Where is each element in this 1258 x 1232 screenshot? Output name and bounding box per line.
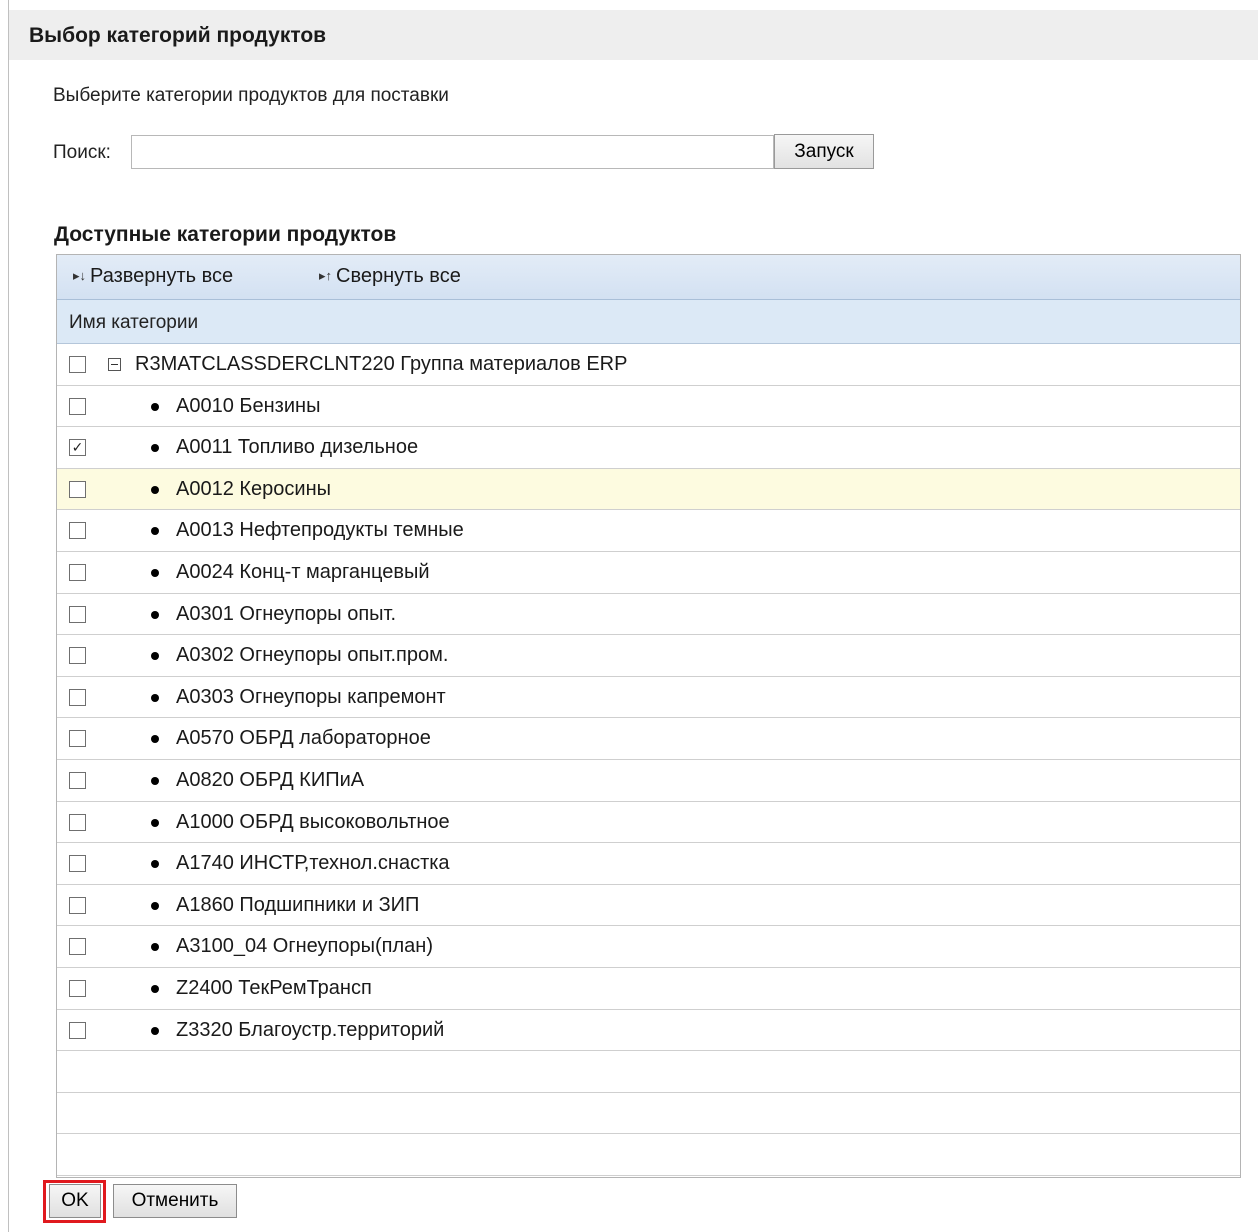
tree-rows: R3MATCLASSDERCLNT220 Группа материалов E…	[57, 344, 1240, 1176]
row-checkbox[interactable]	[69, 480, 86, 498]
expand-all-button[interactable]: ▸↓ Развернуть все	[73, 265, 233, 288]
tree-item-row[interactable]: A1740 ИНСТР,технол.снастка	[57, 843, 1240, 885]
row-label: A1860 Подшипники и ЗИП	[176, 893, 420, 916]
empty-row	[57, 1051, 1240, 1093]
bullet-icon	[151, 776, 159, 785]
row-label: A0820 ОБРД КИПиА	[176, 768, 365, 791]
row-checkbox[interactable]	[69, 522, 86, 540]
bullet-icon	[151, 444, 159, 453]
row-checkbox[interactable]	[69, 356, 86, 373]
tree-item-row[interactable]: Z2400 ТекРемТрансп	[57, 967, 1240, 1010]
row-label: A0013 Нефтепродукты темные	[176, 519, 464, 542]
row-checkbox[interactable]	[69, 688, 86, 706]
tree-item-row[interactable]: A0012 Керосины	[57, 468, 1240, 511]
tree-item-row[interactable]: A0303 Огнеупоры капремонт	[57, 676, 1240, 719]
tree-item-row[interactable]: A0024 Конц-т марганцевый	[57, 551, 1240, 594]
bullet-icon	[151, 610, 159, 619]
row-label: A1740 ИНСТР,технол.снастка	[176, 852, 450, 875]
row-label: A0011 Топливо дизельное	[176, 436, 419, 459]
row-label: A0301 Огнеупоры опыт.	[176, 602, 397, 625]
collapse-all-label: Свернуть все	[336, 265, 461, 287]
tree-item-row[interactable]: A0013 Нефтепродукты темные	[57, 510, 1240, 552]
empty-row	[57, 1134, 1240, 1176]
tree-item-row[interactable]: A0010 Бензины	[57, 385, 1240, 428]
row-label: A3100_04 Огнеупоры(план)	[176, 935, 433, 958]
row-label: A0010 Бензины	[176, 394, 321, 417]
row-label: A1000 ОБРД высоковольтное	[176, 810, 450, 833]
bullet-icon	[151, 568, 159, 577]
row-checkbox[interactable]	[69, 397, 86, 415]
bullet-icon	[151, 735, 159, 744]
row-checkbox[interactable]	[69, 1021, 86, 1039]
search-input[interactable]	[131, 135, 774, 169]
row-label: A0024 Конц-т марганцевый	[176, 560, 430, 583]
row-checkbox[interactable]	[69, 855, 86, 873]
bullet-icon	[151, 1026, 159, 1035]
column-header-category-name[interactable]: Имя категории	[57, 300, 1240, 344]
row-checkbox[interactable]	[69, 979, 86, 997]
column-header-label: Имя категории	[69, 312, 199, 333]
collapse-all-icon: ▸↑	[319, 268, 333, 283]
row-label: Z3320 Благоустр.территорий	[176, 1018, 445, 1041]
bullet-icon	[151, 984, 159, 993]
cancel-button[interactable]: Отменить	[113, 1184, 237, 1218]
tree-item-row[interactable]: A1860 Подшипники и ЗИП	[57, 884, 1240, 927]
tree-item-row[interactable]: A1000 ОБРД высоковольтное	[57, 801, 1240, 844]
tree-item-row[interactable]: Z3320 Благоустр.территорий	[57, 1009, 1240, 1052]
row-label: A0302 Огнеупоры опыт.пром.	[176, 644, 449, 667]
empty-row	[57, 1092, 1240, 1135]
collapse-toggle-icon[interactable]	[108, 358, 121, 371]
row-label: A0012 Керосины	[176, 477, 331, 500]
tree-item-row[interactable]: A0570 ОБРД лабораторное	[57, 718, 1240, 760]
row-checkbox[interactable]	[69, 896, 86, 914]
dialog-window: Выбор категорий продуктов Выберите катег…	[8, 0, 1258, 1232]
tree-root-row[interactable]: R3MATCLASSDERCLNT220 Группа материалов E…	[57, 344, 1240, 386]
bullet-icon	[151, 818, 159, 827]
bullet-icon	[151, 402, 159, 411]
dialog-title-bar: Выбор категорий продуктов	[9, 10, 1258, 60]
row-label: A0570 ОБРД лабораторное	[176, 727, 431, 750]
row-checkbox[interactable]	[69, 771, 86, 789]
bullet-icon	[151, 527, 159, 536]
search-label: Поиск:	[53, 142, 111, 163]
tree-toolbar: ▸↓ Развернуть все ▸↑ Свернуть все	[57, 255, 1240, 300]
bullet-icon	[151, 901, 159, 910]
row-checkbox[interactable]	[69, 605, 86, 623]
search-go-button[interactable]: Запуск	[774, 134, 874, 169]
bullet-icon	[151, 860, 159, 869]
tree-item-row[interactable]: A0820 ОБРД КИПиА	[57, 759, 1240, 802]
checkmark-icon: ✓	[71, 439, 84, 456]
row-checkbox-checked[interactable]: ✓	[69, 439, 86, 457]
row-label: Z2400 ТекРемТрансп	[176, 976, 372, 999]
bullet-icon	[151, 943, 159, 952]
row-label: A0303 Огнеупоры капремонт	[176, 685, 446, 708]
bullet-icon	[151, 652, 159, 661]
bullet-icon	[151, 485, 159, 494]
tree-item-row[interactable]: A0302 Огнеупоры опыт.пром.	[57, 635, 1240, 677]
collapse-all-button[interactable]: ▸↑ Свернуть все	[319, 265, 461, 288]
instruction-text: Выберите категории продуктов для поставк…	[53, 85, 449, 106]
tree-item-row[interactable]: ✓ A0011 Топливо дизельное	[57, 427, 1240, 469]
category-tree-table: ▸↓ Развернуть все ▸↑ Свернуть все Имя кате…	[56, 254, 1241, 1178]
expand-all-label: Развернуть все	[90, 265, 234, 287]
ok-button[interactable]: OK	[49, 1184, 101, 1218]
row-checkbox[interactable]	[69, 938, 86, 956]
row-checkbox[interactable]	[69, 563, 86, 581]
dialog-title: Выбор категорий продуктов	[29, 24, 327, 47]
row-checkbox[interactable]	[69, 647, 86, 665]
row-label: R3MATCLASSDERCLNT220 Группа материалов E…	[135, 353, 628, 375]
tree-item-row[interactable]: A0301 Огнеупоры опыт.	[57, 593, 1240, 636]
tree-item-row[interactable]: A3100_04 Огнеупоры(план)	[57, 926, 1240, 968]
section-title: Доступные категории продуктов	[54, 223, 397, 246]
row-checkbox[interactable]	[69, 730, 86, 748]
bullet-icon	[151, 693, 159, 702]
row-checkbox[interactable]	[69, 813, 86, 831]
expand-all-icon: ▸↓	[73, 268, 87, 283]
